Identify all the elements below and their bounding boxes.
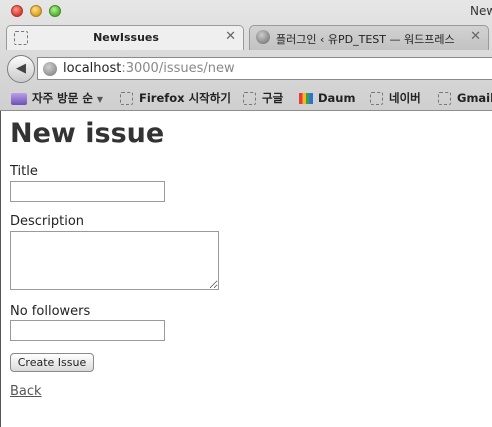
wordpress-icon bbox=[256, 30, 270, 44]
bookmark-label: 자주 방문 순 bbox=[32, 91, 93, 105]
address-bar[interactable]: localhost:3000/issues/new bbox=[37, 57, 492, 80]
zoom-window-button[interactable] bbox=[49, 5, 61, 17]
url-text[interactable]: localhost:3000/issues/new bbox=[63, 61, 235, 76]
browser-chrome: New NewIssues ✕ 플러그인 ‹ 유PD_TEST — 워드프레스 … bbox=[0, 0, 492, 111]
bookmark-label: Gmail bbox=[457, 91, 492, 105]
site-identity-icon[interactable] bbox=[43, 62, 57, 76]
bookmark-firefox-start[interactable]: Firefox 시작하기 bbox=[120, 89, 231, 107]
daum-icon bbox=[299, 93, 313, 104]
bookmark-label: Daum bbox=[318, 91, 356, 105]
bookmarks-toolbar: 자주 방문 순 ▼ Firefox 시작하기 구글 Daum 네이버 Gmail bbox=[0, 86, 492, 109]
tab-newissues[interactable]: NewIssues ✕ bbox=[6, 25, 244, 50]
tab-plugins[interactable]: 플러그인 ‹ 유PD_TEST — 워드프레스 ✕ bbox=[249, 25, 489, 50]
chevron-down-icon: ▼ bbox=[96, 95, 104, 104]
url-host: localhost bbox=[63, 61, 122, 76]
bookmark-label: Firefox 시작하기 bbox=[139, 91, 231, 105]
followers-label: No followers bbox=[10, 304, 91, 319]
bookmark-most-visited[interactable]: 자주 방문 순 ▼ bbox=[11, 89, 103, 107]
description-field[interactable] bbox=[10, 231, 219, 290]
page-content: New issue Title Description No followers… bbox=[0, 111, 492, 427]
tab-label: 플러그인 ‹ 유PD_TEST — 워드프레스 bbox=[276, 33, 455, 46]
close-window-button[interactable] bbox=[11, 5, 23, 17]
bookmark-gmail[interactable]: Gmail bbox=[438, 89, 492, 107]
tab-label: NewIssues bbox=[93, 31, 159, 44]
page-title: New issue bbox=[10, 118, 165, 149]
title-label: Title bbox=[10, 164, 38, 179]
bookmark-icon bbox=[243, 92, 256, 105]
followers-field[interactable] bbox=[10, 320, 165, 341]
description-label: Description bbox=[10, 214, 85, 229]
back-link[interactable]: Back bbox=[10, 384, 42, 399]
navigation-bar: ◀ localhost:3000/issues/new bbox=[0, 51, 492, 86]
close-tab-icon[interactable]: ✕ bbox=[225, 29, 236, 44]
back-arrow-icon: ◀ bbox=[16, 61, 26, 76]
back-button[interactable]: ◀ bbox=[7, 55, 35, 83]
minimize-window-button[interactable] bbox=[30, 5, 42, 17]
folder-icon bbox=[11, 92, 27, 105]
bookmark-icon bbox=[438, 92, 451, 105]
bookmark-icon bbox=[370, 92, 383, 105]
title-bar: New bbox=[0, 0, 492, 22]
bookmark-icon bbox=[120, 92, 133, 105]
bookmark-google[interactable]: 구글 bbox=[243, 89, 283, 107]
bookmark-naver[interactable]: 네이버 bbox=[370, 89, 421, 107]
window-title: New bbox=[470, 4, 492, 18]
close-tab-icon[interactable]: ✕ bbox=[470, 29, 481, 44]
bookmark-daum[interactable]: Daum bbox=[299, 89, 355, 107]
url-path: :3000/issues/new bbox=[121, 61, 235, 76]
create-issue-button[interactable]: Create Issue bbox=[10, 353, 94, 372]
bookmark-label: 네이버 bbox=[389, 91, 421, 105]
bookmark-label: 구글 bbox=[262, 91, 284, 105]
title-field[interactable] bbox=[10, 181, 165, 202]
tab-bar: NewIssues ✕ 플러그인 ‹ 유PD_TEST — 워드프레스 ✕ bbox=[0, 23, 492, 50]
